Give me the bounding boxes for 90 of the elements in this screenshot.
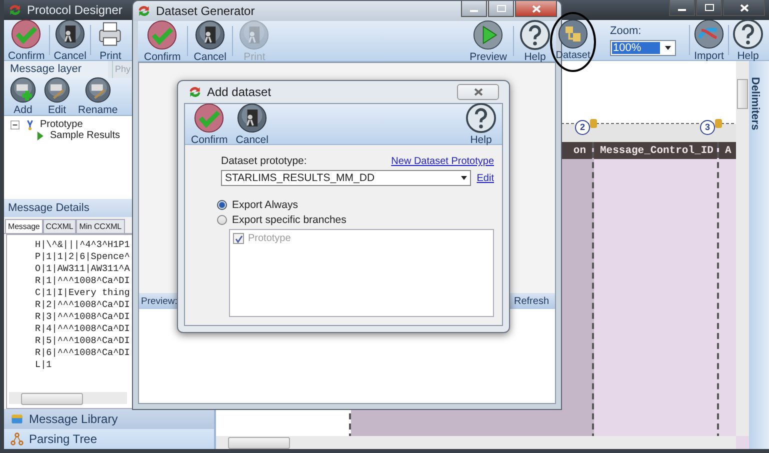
toolbar-button[interactable]: Confirm	[5, 20, 48, 60]
door-icon	[239, 20, 270, 50]
field-number-badge: 2	[575, 120, 590, 135]
toolbar-button[interactable]: Cancel	[50, 20, 90, 60]
check-icon	[194, 102, 224, 132]
vertical-scrollbar[interactable]	[736, 61, 749, 436]
plus-icon	[10, 77, 36, 103]
toolbar-button[interactable]: Cancel	[190, 21, 230, 61]
minimize-button[interactable]	[461, 1, 487, 17]
maximize-button[interactable]	[696, 0, 722, 16]
pencil-icon	[44, 77, 70, 103]
caret-icon	[460, 176, 467, 180]
horizontal-scrollbar[interactable]	[216, 436, 736, 449]
play-icon	[473, 20, 504, 50]
arrows-icon	[694, 18, 724, 48]
close-icon	[532, 4, 540, 12]
layer-tab[interactable]: Message layer	[4, 61, 108, 78]
toolbar-button[interactable]: Confirm	[188, 104, 231, 144]
table-icon	[558, 19, 588, 49]
minimize-button[interactable]	[669, 0, 695, 16]
code-line: R|3|^^^1008^Ca^DI	[35, 311, 130, 323]
details-tab[interactable]: Min CCXML	[76, 219, 124, 233]
zoom-label: Zoom:	[610, 24, 642, 36]
help-icon	[520, 20, 550, 50]
code-line: R|1|^^^1008^Ca^DI	[35, 275, 130, 287]
link[interactable]: New Dataset Prototype	[391, 156, 494, 167]
radio-label[interactable]: Export Always	[232, 198, 298, 210]
code-line: L|1	[35, 359, 52, 371]
toolbar-button[interactable]: Edit	[41, 78, 73, 115]
window-title: Add dataset	[207, 85, 272, 99]
checkbox-label: Prototype	[248, 233, 291, 244]
help-icon	[733, 18, 763, 48]
nav-button[interactable]: Message Library	[4, 409, 214, 429]
code-line: C|1|I|Every thing	[35, 287, 130, 299]
pencil-icon	[84, 77, 111, 103]
close-button[interactable]	[515, 1, 557, 17]
code-line: O|1|AW311|AW311^A	[35, 263, 130, 275]
code-line: P|1|1|2|6|Spence^	[35, 251, 130, 263]
details-tab[interactable]: Message	[5, 219, 43, 233]
column-header: A	[725, 144, 732, 156]
side-tab[interactable]: Delimiters	[749, 77, 761, 130]
code-line: H|\^&|||^4^3^H1P1	[35, 239, 130, 251]
horizontal-scrollbar[interactable]	[9, 392, 127, 404]
tree-item[interactable]: Prototype	[40, 119, 83, 130]
code-line: R|5|^^^1008^Ca^DI	[35, 335, 130, 347]
radio-label[interactable]: Export specific branches	[232, 214, 346, 226]
code-line: R|4|^^^1008^Ca^DI	[35, 323, 130, 335]
caret-icon	[665, 46, 671, 50]
radio-button[interactable]	[217, 200, 227, 210]
toolbar-button[interactable]: Help	[730, 20, 766, 60]
field-label: Dataset prototype:	[221, 155, 307, 167]
checkbox[interactable]	[233, 233, 244, 244]
toolbar-button[interactable]: Cancel	[232, 104, 272, 144]
details-tab[interactable]: CCXML	[42, 219, 76, 233]
check-icon	[147, 20, 178, 50]
close-icon	[474, 88, 482, 96]
toolbar-button[interactable]: Preview	[466, 21, 510, 61]
close-button[interactable]	[457, 84, 499, 100]
lock-icon	[715, 119, 722, 128]
code-line: R|2|^^^1008^Ca^DI	[35, 299, 130, 311]
radio-button[interactable]	[217, 214, 227, 224]
close-icon	[740, 4, 748, 12]
tree-item[interactable]: Sample Results	[50, 130, 120, 141]
preview-label: Preview:	[141, 296, 178, 306]
column-header: Message_Control_ID	[600, 144, 714, 156]
help-icon	[466, 102, 496, 132]
zoom-dropdown[interactable]: 100%	[610, 40, 676, 56]
column-header: on	[573, 144, 586, 156]
check-icon	[11, 18, 42, 48]
lock-icon	[590, 119, 597, 128]
maximize-button[interactable]	[488, 1, 514, 17]
code-line: R|6|^^^1008^Ca^DI	[35, 347, 130, 359]
window-title: Protocol Designer	[27, 3, 122, 17]
prototype-dropdown[interactable]: STARLIMS_RESULTS_MM_DD	[221, 170, 471, 186]
door-icon	[195, 20, 226, 50]
field-number-badge: 3	[700, 120, 715, 135]
nav-button[interactable]: Parsing Tree	[4, 429, 214, 449]
collapse-icon[interactable]	[10, 120, 20, 130]
close-button[interactable]	[723, 0, 765, 16]
toolbar-button[interactable]: Import	[691, 20, 727, 60]
toolbar-button[interactable]: Rename	[75, 78, 121, 115]
toolbar-button[interactable]: Add	[7, 78, 39, 115]
door-icon	[55, 18, 86, 48]
link[interactable]: Edit	[476, 172, 494, 184]
window-title: Dataset Generator	[156, 4, 255, 18]
toolbar-button[interactable]: Help	[463, 104, 499, 144]
toolbar-button[interactable]: Print	[92, 20, 128, 60]
toolbar-button[interactable]: Confirm	[141, 21, 184, 61]
refresh-button[interactable]: Refresh	[512, 296, 551, 306]
toolbar-button[interactable]: Help	[517, 21, 553, 61]
